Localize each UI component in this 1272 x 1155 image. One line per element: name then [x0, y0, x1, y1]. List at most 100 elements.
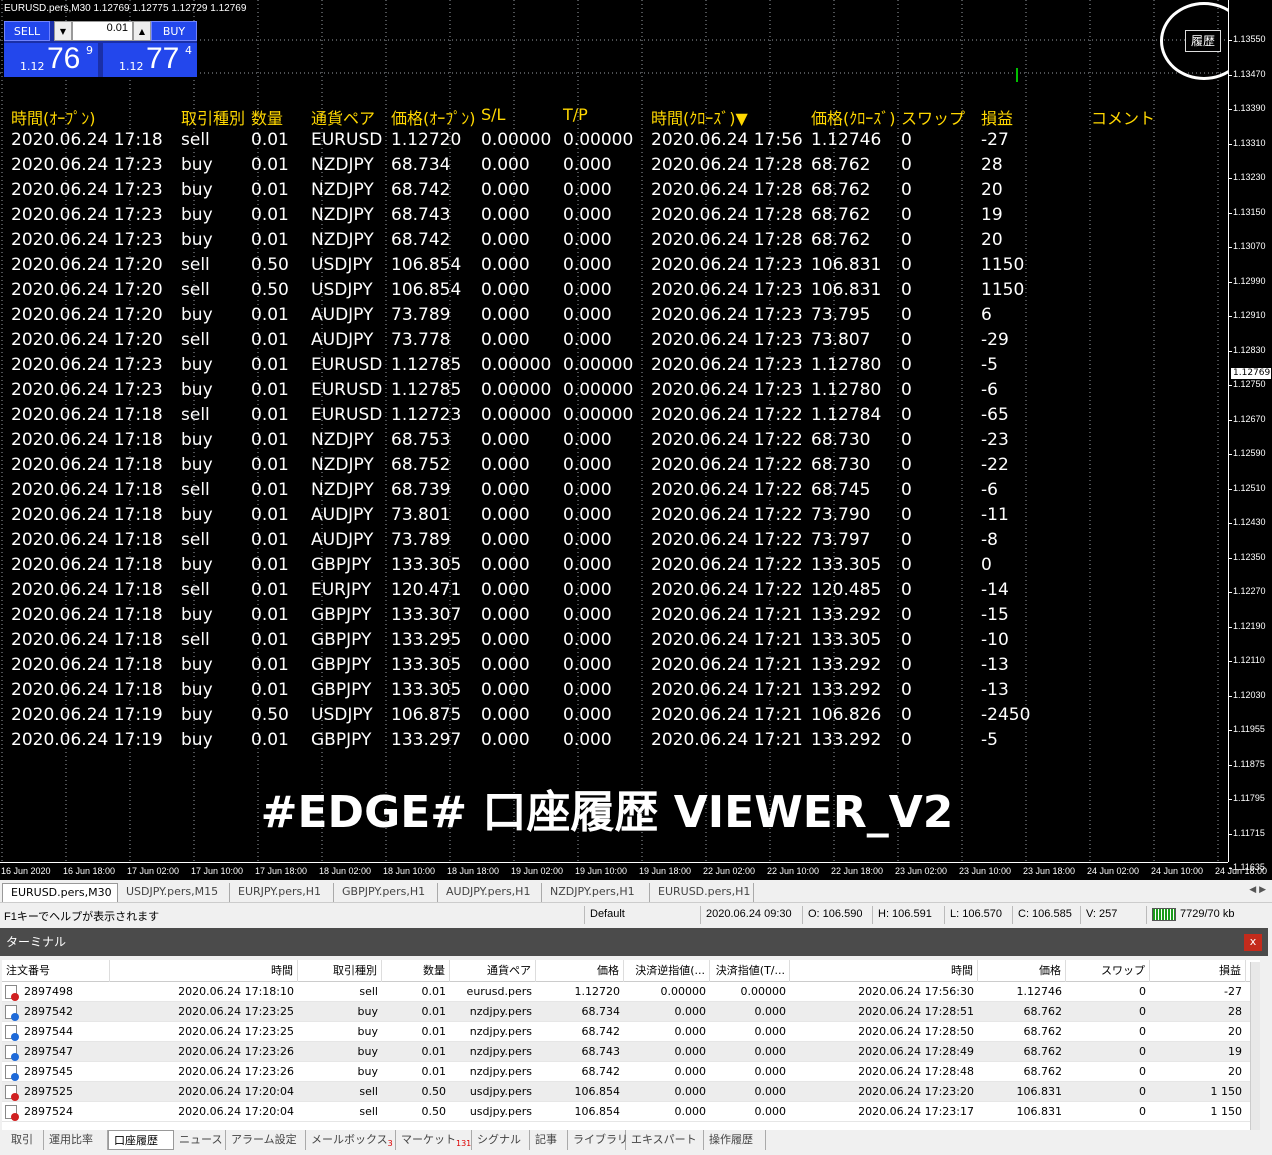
order-status-icon: [5, 1105, 19, 1121]
history-cell: 2020.06.24 17:18: [11, 430, 163, 450]
history-cell: 0.50: [251, 255, 289, 275]
table-row[interactable]: 2897544 2020.06.24 17:23:25 buy 0.01 nzdjpy.…: [2, 1022, 1260, 1042]
table-header-cell[interactable]: 損益: [1150, 960, 1246, 982]
table-cell: sell: [359, 1085, 378, 1098]
price-chart[interactable]: EURUSD.pers,M30 1.12769 1.12775 1.12729 …: [0, 0, 1272, 880]
history-cell: 2020.06.24 17:21: [651, 655, 803, 675]
table-header-cell[interactable]: 通貨ペア: [450, 960, 536, 982]
history-header-cell: 時間(ｸﾛｰｽﾞ)▼: [651, 109, 748, 128]
time-axis[interactable]: 16 Jun 2020 16 Jun 18:00 17 Jun 02:00 17 Ju…: [0, 862, 1267, 880]
lot-size-input[interactable]: 0.01: [72, 21, 133, 41]
table-cell: 19: [1228, 1045, 1242, 1058]
history-cell: EURUSD: [311, 130, 383, 150]
terminal-tab[interactable]: 操作履歴: [704, 1130, 766, 1150]
terminal-tab[interactable]: 運用比率: [44, 1130, 108, 1150]
history-cell: 0.000: [563, 255, 612, 275]
chart-tab[interactable]: NZDJPY.pers,H1: [542, 883, 650, 902]
history-cell: buy: [181, 230, 213, 250]
chart-tab[interactable]: EURUSD.pers,M30: [2, 883, 118, 902]
table-header-cell[interactable]: 注文番号: [2, 960, 110, 982]
lot-increase-arrow-icon[interactable]: ▲: [133, 21, 151, 41]
price-axis-label: 1.13470: [1233, 68, 1266, 79]
table-header-cell[interactable]: 数量: [382, 960, 450, 982]
terminal-panel: ターミナル x 注文番号 時間 取引種別 数量 通貨ペア 価格 決済逆指値(... 決済指値(…: [0, 928, 1272, 1155]
terminal-tab-label: アラーム設定: [231, 1133, 297, 1146]
terminal-tab[interactable]: アラーム設定: [226, 1130, 306, 1150]
time-axis-label: 17 Jun 10:00: [191, 866, 244, 876]
table-row[interactable]: 2897542 2020.06.24 17:23:25 buy 0.01 nzdjpy.…: [2, 1002, 1260, 1022]
terminal-tab[interactable]: 取引: [6, 1130, 44, 1150]
time-axis-label: 23 Jun 02:00: [895, 866, 948, 876]
history-cell: -13: [981, 655, 1009, 675]
table-header-cell[interactable]: 価格: [978, 960, 1066, 982]
table-header-cell[interactable]: 時間: [110, 960, 298, 982]
history-cell: NZDJPY: [311, 230, 374, 250]
history-cell: 1.12784: [811, 405, 882, 425]
table-row[interactable]: 2897547 2020.06.24 17:23:26 buy 0.01 nzdjpy.…: [2, 1042, 1260, 1062]
chart-tab[interactable]: EURJPY.pers,H1: [230, 883, 334, 902]
buy-price-button[interactable]: 1.12 77 4: [103, 42, 197, 77]
terminal-tab[interactable]: マーケット131: [396, 1130, 472, 1150]
table-cell: 20: [1228, 1025, 1242, 1038]
table-header-cell[interactable]: 価格: [536, 960, 624, 982]
price-axis-label: 1.13550: [1233, 34, 1266, 44]
history-cell: 2020.06.24 17:28: [651, 155, 803, 175]
history-cell: buy: [181, 430, 213, 450]
history-cell: 2020.06.24 17:18: [11, 680, 163, 700]
chart-tab[interactable]: USDJPY.pers,M15: [118, 883, 230, 902]
terminal-tab[interactable]: 記事: [530, 1130, 568, 1150]
history-cell: 106.826: [811, 705, 882, 725]
table-row[interactable]: 2897545 2020.06.24 17:23:26 buy 0.01 nzdjpy.…: [2, 1062, 1260, 1082]
terminal-scrollbar[interactable]: [1250, 962, 1260, 1134]
history-cell: USDJPY: [311, 705, 373, 725]
tab-scroll-arrows-icon[interactable]: ◀ ▶: [1249, 885, 1266, 895]
table-row[interactable]: 2897524 2020.06.24 17:20:04 sell 0.50 usdjpy…: [2, 1102, 1260, 1122]
terminal-tab[interactable]: メールボックス3: [306, 1130, 396, 1150]
chart-tab[interactable]: AUDJPY.pers,H1: [438, 883, 542, 902]
terminal-tab[interactable]: 口座履歴: [108, 1130, 174, 1150]
history-cell: 0.01: [251, 480, 289, 500]
price-axis-label: 1.12270: [1233, 586, 1266, 596]
price-axis[interactable]: 1.12769 1.13550 1.13470 1.13390 1.13310 1.13…: [1228, 0, 1272, 872]
history-cell: 0.01: [251, 555, 289, 575]
history-cell: 0.000: [481, 430, 530, 450]
terminal-tab[interactable]: エキスパート: [626, 1130, 704, 1150]
history-button[interactable]: 履歴: [1185, 30, 1221, 52]
status-open: O: 106.590: [808, 908, 863, 920]
table-row[interactable]: 2897498 2020.06.24 17:18:10 sell 0.01 eurusd…: [2, 982, 1260, 1002]
history-cell: 133.305: [391, 680, 462, 700]
table-header-cell[interactable]: 時間: [790, 960, 978, 982]
lot-decrease-arrow-icon[interactable]: ▼: [54, 21, 72, 41]
sell-price-button[interactable]: 1.12 76 9: [4, 42, 98, 77]
history-cell: 68.742: [391, 230, 451, 250]
table-row[interactable]: 2897525 2020.06.24 17:20:04 sell 0.50 usdjpy…: [2, 1082, 1260, 1102]
chart-tab[interactable]: EURUSD.pers,H1: [650, 883, 754, 902]
terminal-tab[interactable]: ニュース: [174, 1130, 226, 1150]
chart-tab[interactable]: GBPJPY.pers,H1: [334, 883, 438, 902]
terminal-tab-label: エキスパート: [631, 1133, 697, 1146]
buy-button[interactable]: BUY: [151, 21, 197, 41]
table-header-cell[interactable]: 取引種別: [298, 960, 382, 982]
history-cell: 0.000: [481, 155, 530, 175]
history-cell: 106.854: [391, 255, 462, 275]
history-cell: 73.789: [391, 305, 451, 325]
table-header-cell[interactable]: 決済指値(T/...: [710, 960, 790, 982]
history-cell: 2020.06.24 17:28: [651, 205, 803, 225]
history-cell: 2020.06.24 17:22: [651, 455, 803, 475]
price-axis-label: 1.11795: [1233, 793, 1265, 803]
terminal-close-button[interactable]: x: [1244, 934, 1262, 951]
history-cell: 0.01: [251, 505, 289, 525]
sell-button[interactable]: SELL: [4, 21, 50, 41]
table-cell: usdjpy.pers: [469, 1105, 532, 1118]
table-header-cell[interactable]: 決済逆指値(...: [624, 960, 710, 982]
status-time: 2020.06.24 09:30: [706, 908, 792, 920]
status-bar: F1キーでヘルプが表示されます Default 2020.06.24 09:30…: [0, 904, 1272, 926]
table-header-cell[interactable]: スワップ: [1066, 960, 1150, 982]
terminal-tab[interactable]: シグナル: [472, 1130, 530, 1150]
history-cell: sell: [181, 480, 210, 500]
history-cell: buy: [181, 205, 213, 225]
history-cell: 0.01: [251, 530, 289, 550]
history-cell: -10: [981, 630, 1009, 650]
history-cell: 0.00000: [481, 380, 552, 400]
terminal-tab[interactable]: ライブラリ: [568, 1130, 628, 1150]
